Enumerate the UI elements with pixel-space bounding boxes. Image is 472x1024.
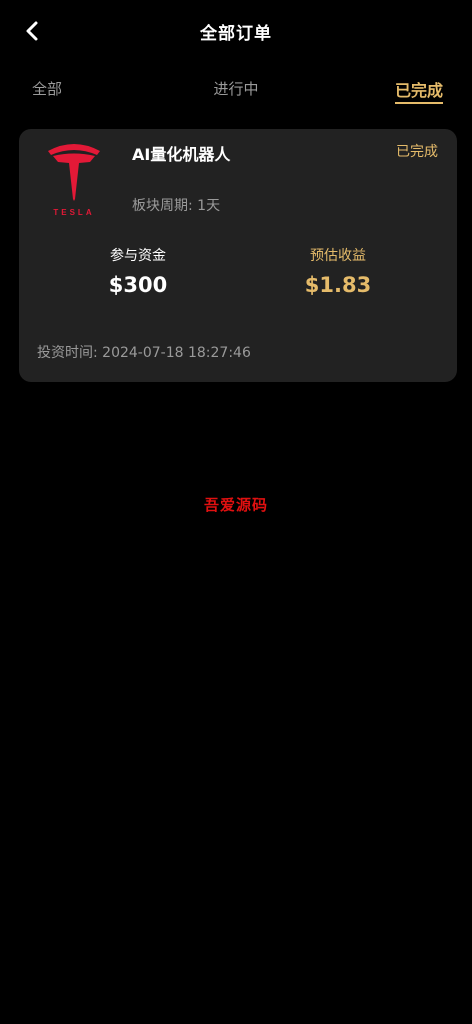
- order-tabs: 全部 进行中 已完成: [0, 72, 472, 108]
- earnings-value: $1.83: [304, 273, 372, 297]
- investment-time: 投资时间: 2024-07-18 18:27:46: [37, 345, 251, 361]
- tab-in-progress-label[interactable]: 进行中: [213, 80, 258, 98]
- header: 全部订单: [0, 0, 472, 62]
- funds-value: $300: [108, 273, 168, 297]
- page: 全部订单 全部 进行中 已完成 TESLA AI量化机器人 已完成 板块周期: …: [0, 0, 472, 1024]
- tab-completed[interactable]: 已完成: [394, 77, 443, 104]
- watermark-text: 吾爱源码: [203, 496, 268, 514]
- tesla-logo-icon: TESLA: [48, 144, 100, 217]
- funds-stat: 参与资金 $300: [58, 245, 218, 297]
- funds-label: 参与资金: [110, 248, 166, 264]
- cycle-period: 板块周期: 1天: [132, 198, 221, 214]
- product-name: AI量化机器人: [132, 145, 231, 164]
- page-title: 全部订单: [200, 24, 272, 44]
- logo-wordmark: TESLA: [53, 208, 94, 217]
- order-card[interactable]: TESLA AI量化机器人 已完成 板块周期: 1天 参与资金 $300 预估收…: [19, 129, 457, 382]
- earnings-label: 预估收益: [310, 248, 366, 264]
- earnings-stat: 预估收益 $1.83: [258, 245, 418, 297]
- order-status-badge: 已完成: [396, 144, 438, 160]
